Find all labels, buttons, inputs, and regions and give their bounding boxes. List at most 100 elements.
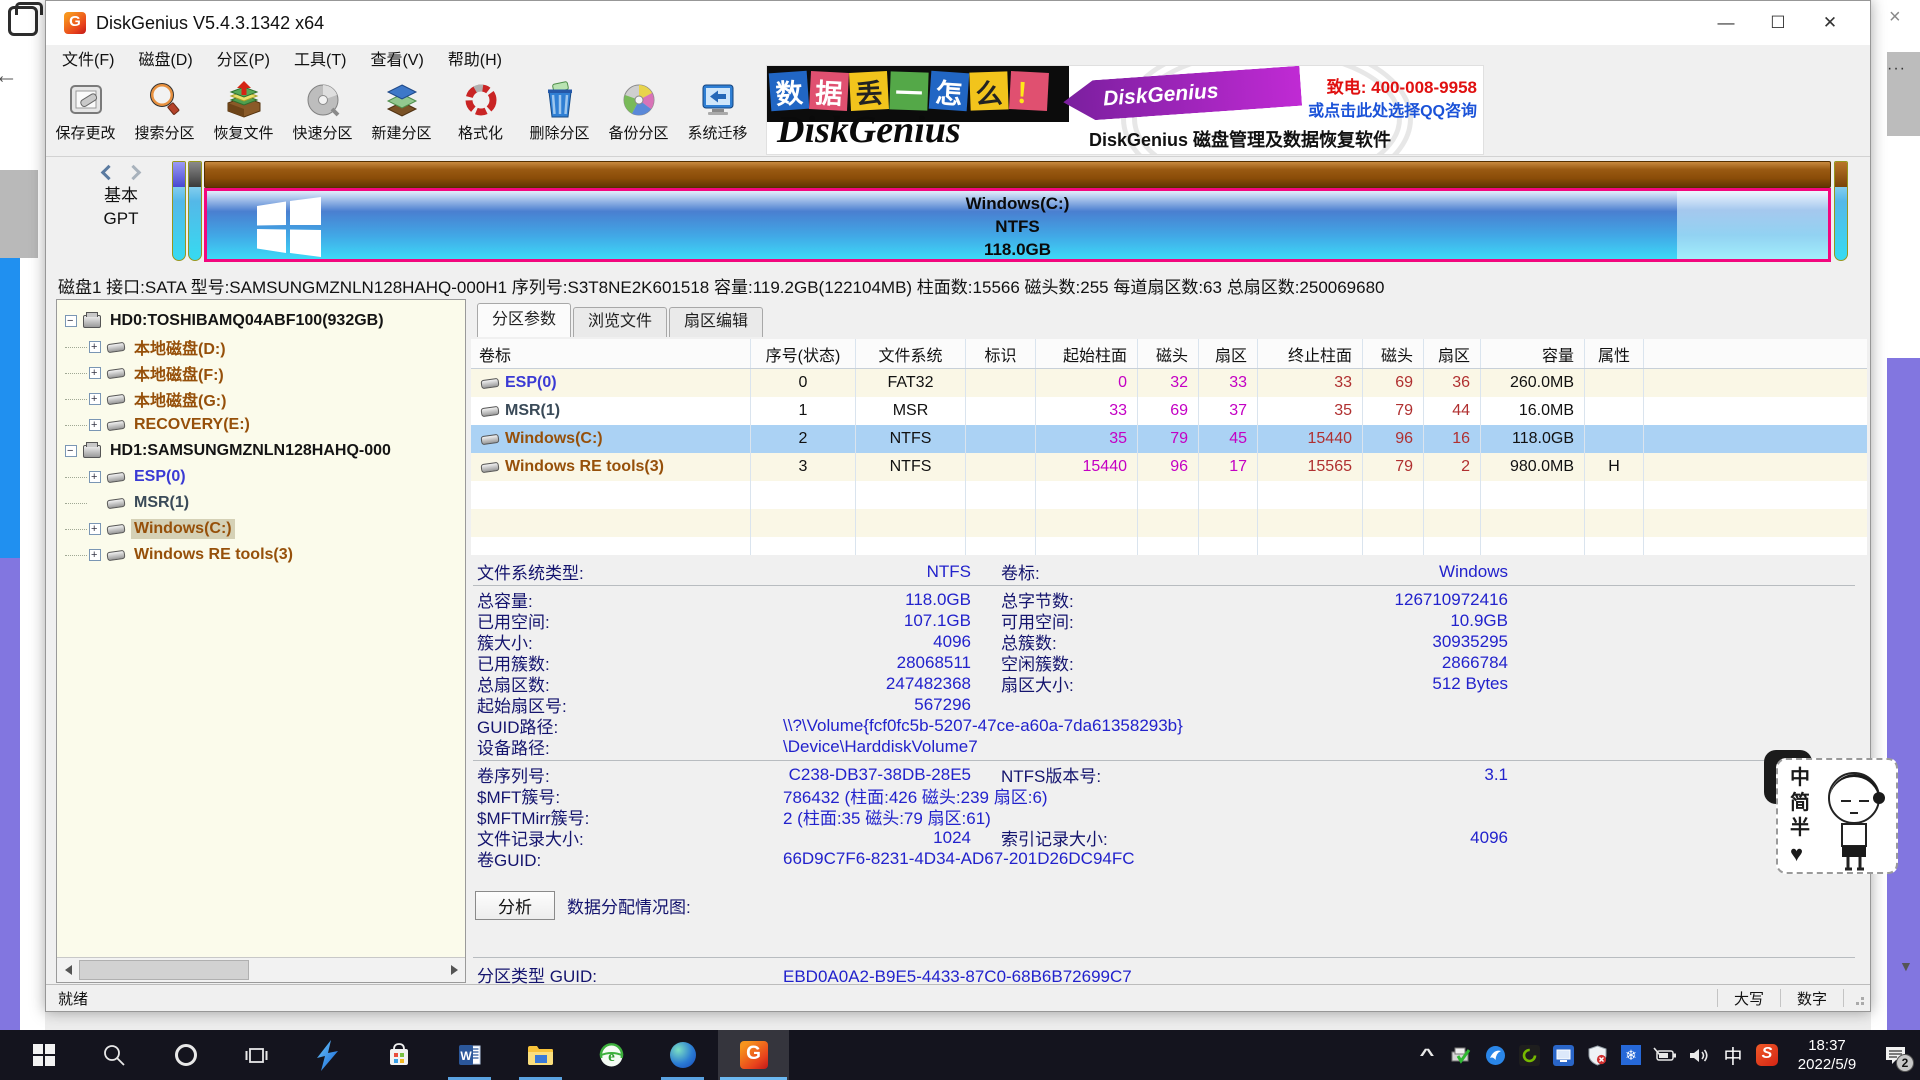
system-migration-button[interactable]: 系统迁移 [678, 71, 757, 156]
expand-icon[interactable] [89, 341, 101, 353]
tree-item-msr[interactable]: MSR(1) [57, 490, 465, 516]
expand-icon[interactable] [89, 549, 101, 561]
backup-partition-button[interactable]: 备份分区 [599, 71, 678, 156]
header-cell[interactable]: 磁头 [1138, 339, 1199, 368]
header-cell[interactable]: 卷标 [471, 339, 751, 368]
background-close-icon[interactable]: × [1889, 6, 1901, 29]
tree-item-hd0[interactable]: HD0:TOSHIBAMQ04ABF100(932GB) [57, 308, 465, 334]
table-row-esp[interactable]: ESP(0) 0 FAT32 0 32 33 33 69 36 260.0MB [471, 369, 1867, 397]
tree-item-local-g[interactable]: 本地磁盘(G:) [57, 386, 465, 412]
header-cell[interactable]: 容量 [1481, 339, 1585, 368]
taskbar-app-explorer[interactable] [505, 1030, 576, 1080]
banner-qq-link[interactable]: 或点击此处选择QQ咨询 [1308, 97, 1477, 121]
expand-icon[interactable] [89, 471, 101, 483]
banner-phone[interactable]: 致电: 400-008-9958 [1327, 73, 1477, 98]
taskbar-app-store[interactable] [363, 1030, 434, 1080]
scroll-left-button[interactable] [57, 958, 79, 982]
menu-help[interactable]: 帮助(H) [436, 44, 514, 72]
tab-partition-params[interactable]: 分区参数 [477, 303, 571, 337]
tree-item-windows-c[interactable]: Windows(C:) [57, 516, 465, 542]
tree-item-windows-re[interactable]: Windows RE tools(3) [57, 542, 465, 568]
close-button[interactable]: ✕ [1804, 1, 1856, 45]
menu-tools[interactable]: 工具(T) [282, 44, 358, 72]
tree-item-local-f[interactable]: 本地磁盘(F:) [57, 360, 465, 386]
header-cell[interactable]: 起始柱面 [1036, 339, 1138, 368]
taskbar-app-word[interactable]: W [434, 1030, 505, 1080]
partition-block-re-tools[interactable] [1834, 161, 1848, 261]
minimize-button[interactable]: — [1700, 1, 1752, 45]
recover-files-button[interactable]: 恢复文件 [204, 71, 283, 156]
tree-item-recovery-e[interactable]: RECOVERY(E:) [57, 412, 465, 438]
taskbar-app-thunder[interactable] [292, 1030, 363, 1080]
table-row-windows-c-selected[interactable]: Windows(C:) 2 NTFS 35 79 45 15440 96 16 … [471, 425, 1867, 453]
header-cell[interactable]: 属性 [1585, 339, 1644, 368]
ad-banner[interactable]: 数 据 丢 一 怎 么 ！ DiskGenius 致电: 400-008-995… [766, 65, 1484, 155]
header-cell[interactable]: 终止柱面 [1258, 339, 1363, 368]
collapse-icon[interactable] [65, 445, 77, 457]
background-more-icon[interactable]: ··· [1887, 60, 1906, 78]
scroll-track[interactable] [79, 958, 443, 982]
header-cell[interactable]: 标识 [966, 339, 1036, 368]
heart-icon[interactable]: ♥ [1790, 841, 1816, 866]
cortana-button[interactable] [150, 1030, 221, 1080]
tray-chevron-up[interactable]: ^ [1410, 1030, 1444, 1080]
format-button[interactable]: 格式化 [441, 71, 520, 156]
header-cell[interactable]: 序号(状态) [751, 339, 856, 368]
header-cell[interactable]: 磁头 [1363, 339, 1424, 368]
table-row-msr[interactable]: MSR(1) 1 MSR 33 69 37 35 79 44 16.0MB [471, 397, 1867, 425]
scroll-right-button[interactable] [443, 958, 465, 982]
expand-icon[interactable] [89, 367, 101, 379]
partition-block-esp[interactable] [172, 161, 186, 261]
partition-block-msr[interactable] [188, 161, 202, 261]
tray-sogou-icon[interactable] [1750, 1030, 1784, 1080]
quick-partition-button[interactable]: 快速分区 [283, 71, 362, 156]
tray-intel-graphics-icon[interactable] [1546, 1030, 1580, 1080]
maximize-button[interactable]: ☐ [1752, 1, 1804, 45]
menu-disk[interactable]: 磁盘(D) [126, 44, 204, 72]
save-changes-button[interactable]: 保存更改 [46, 71, 125, 156]
tray-ime-indicator[interactable]: 中 [1716, 1030, 1750, 1080]
expand-icon[interactable] [89, 523, 101, 535]
prev-disk-icon[interactable] [101, 165, 117, 181]
header-cell[interactable]: 文件系统 [856, 339, 966, 368]
notification-center-button[interactable]: 2 [1870, 1030, 1920, 1080]
scroll-thumb[interactable] [79, 960, 249, 980]
sogou-ime-panel[interactable]: 中 简 半 ♥ [1776, 758, 1898, 874]
taskbar-clock[interactable]: 18:37 2022/5/9 [1784, 1036, 1870, 1074]
header-cell[interactable]: 扇区 [1199, 339, 1258, 368]
task-view-button[interactable] [221, 1030, 292, 1080]
ime-mode-halfwidth[interactable]: 半 [1790, 816, 1816, 841]
tray-snowflake-icon[interactable]: ❄ [1614, 1030, 1648, 1080]
menu-partition[interactable]: 分区(P) [205, 44, 282, 72]
expand-icon[interactable] [89, 393, 101, 405]
tray-defender-icon[interactable] [1580, 1030, 1614, 1080]
tray-bird-icon[interactable] [1478, 1030, 1512, 1080]
ime-mode-simplified[interactable]: 简 [1790, 791, 1816, 816]
header-cell[interactable]: 扇区 [1424, 339, 1481, 368]
resize-grip[interactable] [1850, 993, 1866, 1009]
taskbar-app-browser-green-e[interactable]: e [576, 1030, 647, 1080]
back-arrow-icon[interactable]: ← [0, 62, 18, 90]
tray-battery-icon[interactable] [1648, 1030, 1682, 1080]
background-down-arrow-icon[interactable]: ▼ [1899, 958, 1913, 974]
tab-browse-files[interactable]: 浏览文件 [573, 307, 667, 337]
ime-mode-chinese[interactable]: 中 [1790, 766, 1816, 791]
expand-icon[interactable] [89, 419, 101, 431]
tree-item-local-d[interactable]: 本地磁盘(D:) [57, 334, 465, 360]
tray-nvidia-icon[interactable] [1512, 1030, 1546, 1080]
new-partition-button[interactable]: 新建分区 [362, 71, 441, 156]
tree-item-hd1[interactable]: HD1:SAMSUNGMZNLN128HAHQ-000 [57, 438, 465, 464]
tab-sector-edit[interactable]: 扇区编辑 [669, 307, 763, 337]
menu-file[interactable]: 文件(F) [50, 44, 126, 72]
taskbar-search-button[interactable] [79, 1030, 150, 1080]
partition-block-windows-c[interactable]: Windows(C:) NTFS 118.0GB [204, 188, 1831, 262]
table-row-windows-re[interactable]: Windows RE tools(3) 3 NTFS 15440 96 17 1… [471, 453, 1867, 481]
start-button[interactable] [8, 1030, 79, 1080]
menu-view[interactable]: 查看(V) [358, 44, 435, 72]
delete-partition-button[interactable]: 删除分区 [520, 71, 599, 156]
search-partition-button[interactable]: 搜索分区 [125, 71, 204, 156]
tree-item-esp[interactable]: ESP(0) [57, 464, 465, 490]
tray-volume-icon[interactable] [1682, 1030, 1716, 1080]
tray-printer-icon[interactable] [1444, 1030, 1478, 1080]
tree-hscrollbar[interactable] [57, 957, 465, 982]
